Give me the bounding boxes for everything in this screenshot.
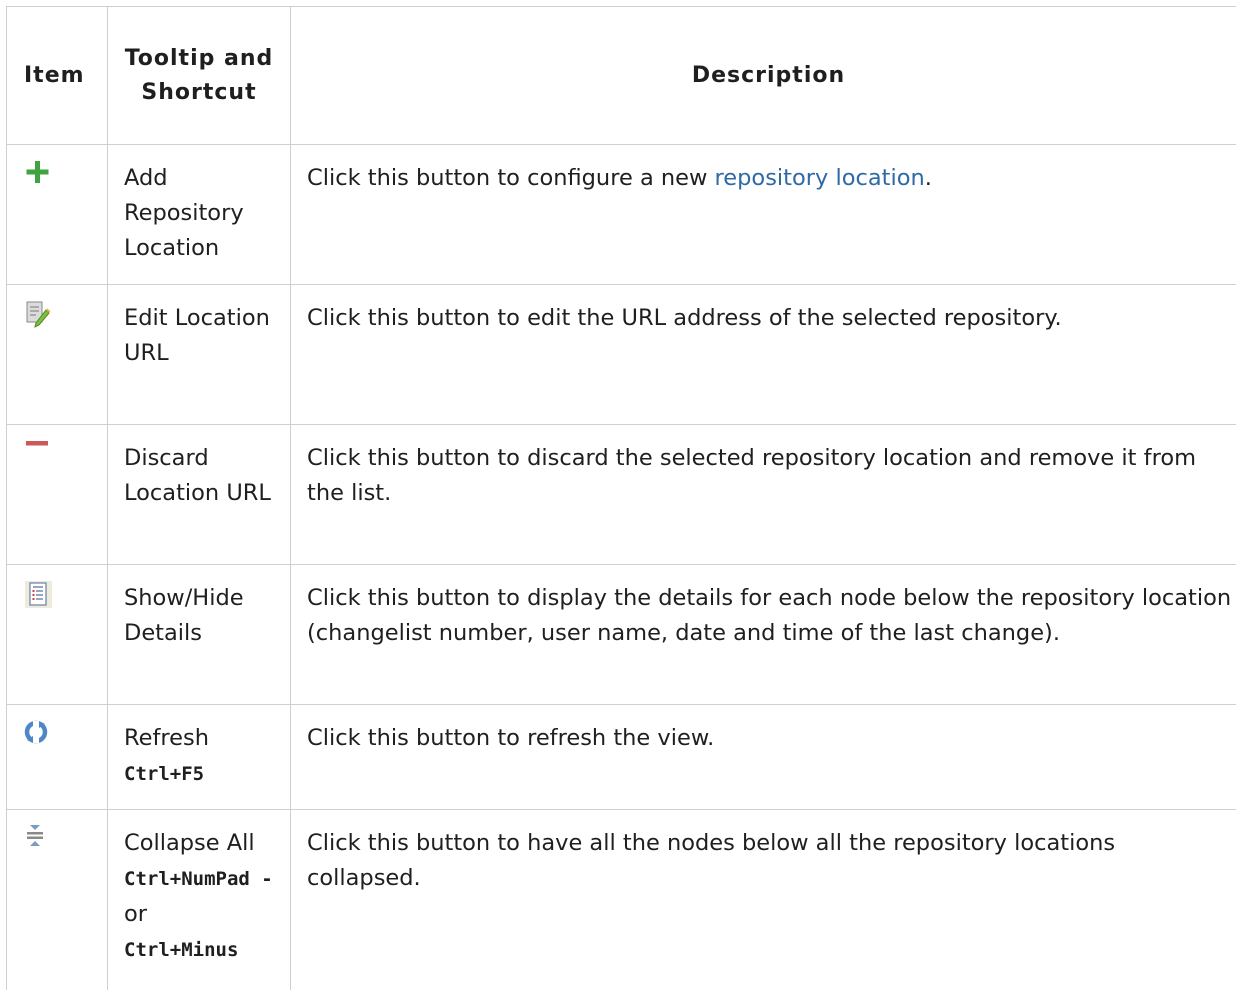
table-row: RefreshCtrl+F5 Click this button to refr… xyxy=(7,705,1236,810)
remove-icon xyxy=(23,439,53,469)
details-icon xyxy=(23,579,53,609)
description-cell: Click this button to discard the selecte… xyxy=(291,425,1236,565)
description-cell: Click this button to refresh the view. xyxy=(291,705,1236,810)
refresh-icon xyxy=(23,719,53,749)
table-row: Add Repository Location Click this butto… xyxy=(7,145,1236,285)
header-item: Item xyxy=(7,7,108,145)
description-cell: Click this button to configure a new rep… xyxy=(291,145,1236,285)
description-cell: Click this button to display the details… xyxy=(291,565,1236,705)
table-row: Edit Location URL Click this button to e… xyxy=(7,285,1236,425)
repository-location-link[interactable]: repository location xyxy=(715,165,925,191)
shortcut-label: Ctrl+Minus xyxy=(124,939,238,961)
edit-icon xyxy=(23,299,53,329)
tooltip-cell: Discard Location URL xyxy=(108,425,291,565)
header-description: Description xyxy=(291,7,1236,145)
table-row: Discard Location URL Click this button t… xyxy=(7,425,1236,565)
description-cell: Click this button to have all the nodes … xyxy=(291,810,1236,990)
table-row: Show/Hide Details Click this button to d… xyxy=(7,565,1236,705)
tooltip-cell: Show/Hide Details xyxy=(108,565,291,705)
tooltip-cell: RefreshCtrl+F5 xyxy=(108,705,291,810)
table-row: Collapse AllCtrl+NumPad - orCtrl+Minus C… xyxy=(7,810,1236,990)
tooltip-cell: Add Repository Location xyxy=(108,145,291,285)
toolbar-reference-table: Item Tooltip and Shortcut Description Ad… xyxy=(6,6,1236,990)
collapse-all-icon xyxy=(23,824,53,854)
shortcut-label: Ctrl+NumPad - xyxy=(124,868,273,890)
shortcut-label: Ctrl+F5 xyxy=(124,763,204,785)
tooltip-cell: Collapse AllCtrl+NumPad - orCtrl+Minus xyxy=(108,810,291,990)
header-row: Item Tooltip and Shortcut Description xyxy=(7,7,1236,145)
description-cell: Click this button to edit the URL addres… xyxy=(291,285,1236,425)
tooltip-cell: Edit Location URL xyxy=(108,285,291,425)
add-icon xyxy=(23,159,53,189)
header-tooltip-shortcut: Tooltip and Shortcut xyxy=(108,7,291,145)
